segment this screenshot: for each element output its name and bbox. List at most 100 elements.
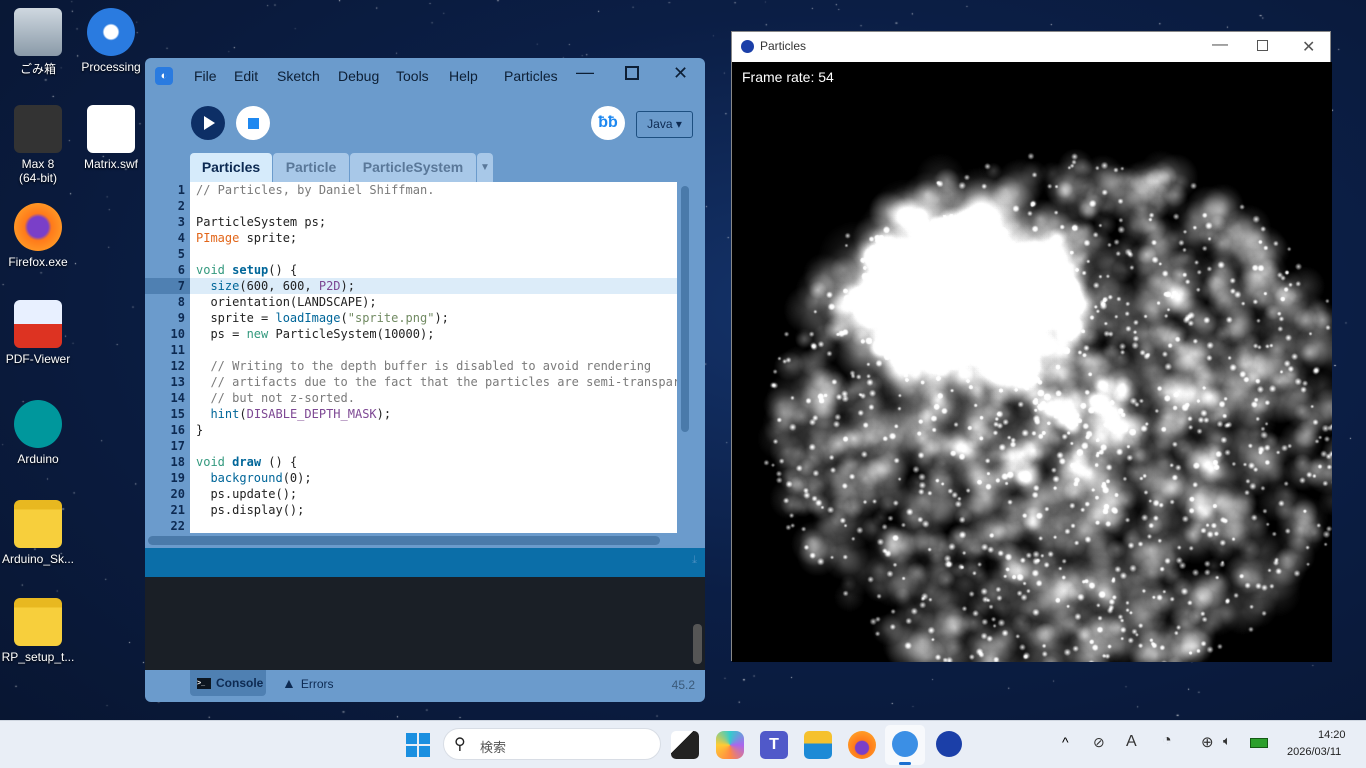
code-token: size: [210, 279, 240, 293]
debugger-button[interactable]: ƀƀ: [591, 106, 625, 140]
code-token: );: [376, 407, 392, 421]
code-line: ps.display();: [190, 502, 677, 518]
desktop-icon-label: Processing: [81, 60, 141, 74]
search-box[interactable]: ⚲ 検索: [443, 728, 661, 760]
maximize-button[interactable]: [1257, 40, 1268, 51]
folder-icon: [14, 598, 62, 646]
focus-icon[interactable]: ◔: [1162, 732, 1172, 750]
firefox-icon[interactable]: [848, 731, 876, 759]
ime-icon[interactable]: A: [1126, 733, 1137, 751]
line-number-gutter: 1 2 3 4 5 6 7 8 9 10 11 12 13 14 15 16 17 18 19 20 21 22: [145, 182, 190, 533]
line-number: 21: [170, 503, 185, 517]
line-number: 3: [177, 215, 185, 229]
copilot-icon[interactable]: [716, 731, 744, 759]
line-number: 10: [170, 327, 185, 341]
close-button[interactable]: ✕: [1302, 37, 1315, 57]
desktop-icon[interactable]: ごみ箱: [0, 8, 76, 77]
desktop-icon[interactable]: Arduino: [0, 400, 76, 466]
start-button[interactable]: [404, 731, 432, 759]
processing-taskbar-button[interactable]: [885, 725, 925, 765]
code-token: (0);: [282, 471, 312, 485]
code-token: (: [340, 311, 348, 325]
stop-button[interactable]: [236, 106, 270, 140]
menu-edit[interactable]: Edit: [234, 68, 258, 84]
sketch-window: Particles — ✕ Frame rate: 54: [731, 31, 1332, 662]
horizontal-scrollbar[interactable]: [148, 536, 660, 545]
desktop-icon[interactable]: PDF-Viewer: [0, 300, 76, 366]
line-number: 20: [170, 487, 185, 501]
file-explorer-icon[interactable]: [804, 731, 832, 759]
code-token: (: [239, 407, 247, 421]
code-token: // Particles, by Daniel Shiffman.: [196, 183, 435, 197]
menu-help[interactable]: Help: [449, 68, 478, 84]
clock-time[interactable]: 14:20: [1318, 729, 1346, 741]
desktop-icon-label: Matrix.swf: [84, 157, 138, 171]
console-tab[interactable]: >_ Console: [190, 670, 266, 696]
tab-particles[interactable]: Particles: [190, 153, 272, 182]
volume-icon[interactable]: 🔈︎: [1223, 733, 1231, 749]
code-token: sprite;: [239, 231, 298, 245]
tabs-menu-button[interactable]: ▼: [477, 153, 493, 182]
search-icon: ⚲: [454, 736, 466, 753]
code-token: // Writing to the depth buffer is disabl…: [196, 359, 652, 373]
tab-particle[interactable]: Particle: [273, 153, 349, 182]
desktop-icon[interactable]: Firefox.exe: [0, 203, 76, 269]
desktop-icon-label: PDF-Viewer: [5, 352, 71, 366]
search-placeholder: 検索: [480, 740, 507, 755]
menu-tools[interactable]: Tools: [396, 68, 429, 84]
line-number: 2: [177, 199, 185, 213]
teams-icon[interactable]: T: [760, 731, 788, 759]
stop-icon: [248, 118, 259, 129]
line-number: 7: [145, 278, 190, 294]
desktop-icon[interactable]: RP_setup_t...: [0, 598, 76, 664]
menu-debug[interactable]: Debug: [338, 68, 379, 84]
errors-tab[interactable]: ▲ Errors: [282, 670, 334, 696]
code-token: orientation(LANDSCAPE);: [196, 295, 377, 309]
desktop-icon[interactable]: Max 8 (64-bit): [0, 105, 76, 185]
desktop-icon-label: RP_setup_t...: [1, 650, 75, 664]
menu-file[interactable]: File: [194, 68, 217, 84]
tab-particlesystem[interactable]: ParticleSystem: [350, 153, 476, 182]
code-line: sprite = loadImage("sprite.png");: [190, 310, 677, 326]
battery-icon[interactable]: [1250, 738, 1268, 748]
line-number: 1: [177, 183, 185, 197]
code-token: new: [246, 327, 269, 341]
code-editor[interactable]: // Particles, by Daniel Shiffman. Particl…: [190, 182, 677, 533]
run-button[interactable]: [191, 106, 225, 140]
code-token: void: [196, 455, 225, 469]
console-scrollbar[interactable]: [693, 624, 702, 664]
vertical-scrollbar[interactable]: [678, 182, 692, 533]
task-view-button[interactable]: [671, 731, 699, 759]
pdf-icon: [14, 300, 62, 348]
desktop-icon[interactable]: Arduino_Sk...: [0, 500, 76, 566]
minimize-button[interactable]: —: [1212, 36, 1228, 54]
onedrive-off-icon[interactable]: ⊘: [1093, 734, 1105, 751]
code-token: ParticleSystem(10000);: [268, 327, 435, 341]
clock-date[interactable]: 2026/03/11: [1287, 746, 1341, 758]
console-divider[interactable]: ⤓: [145, 548, 705, 577]
network-icon[interactable]: ⊕: [1201, 733, 1214, 751]
menu-sketch[interactable]: Sketch: [277, 68, 320, 84]
desktop-icon[interactable]: Processing: [73, 8, 149, 74]
sketch-taskbar-button[interactable]: [936, 731, 962, 757]
line-number: 4: [177, 231, 185, 245]
desktop-icon[interactable]: Matrix.swf: [73, 105, 149, 171]
console-output[interactable]: [145, 577, 705, 670]
sketch-canvas[interactable]: Frame rate: 54: [732, 62, 1332, 662]
processing-logo-icon: ◐: [155, 67, 173, 85]
minimize-button[interactable]: —: [576, 62, 594, 83]
maximize-button[interactable]: [625, 66, 639, 80]
desktop-icon-label: Arduino: [17, 452, 59, 466]
close-button[interactable]: ✕: [673, 63, 688, 84]
code-token: draw: [232, 455, 262, 469]
code-token: sprite =: [196, 311, 276, 325]
mode-selector[interactable]: Java ▾: [636, 111, 693, 138]
errors-tab-label: Errors: [300, 677, 334, 691]
scroll-lock-icon[interactable]: ⤓: [692, 554, 697, 567]
show-hidden-icons-button[interactable]: ^: [1062, 734, 1069, 750]
